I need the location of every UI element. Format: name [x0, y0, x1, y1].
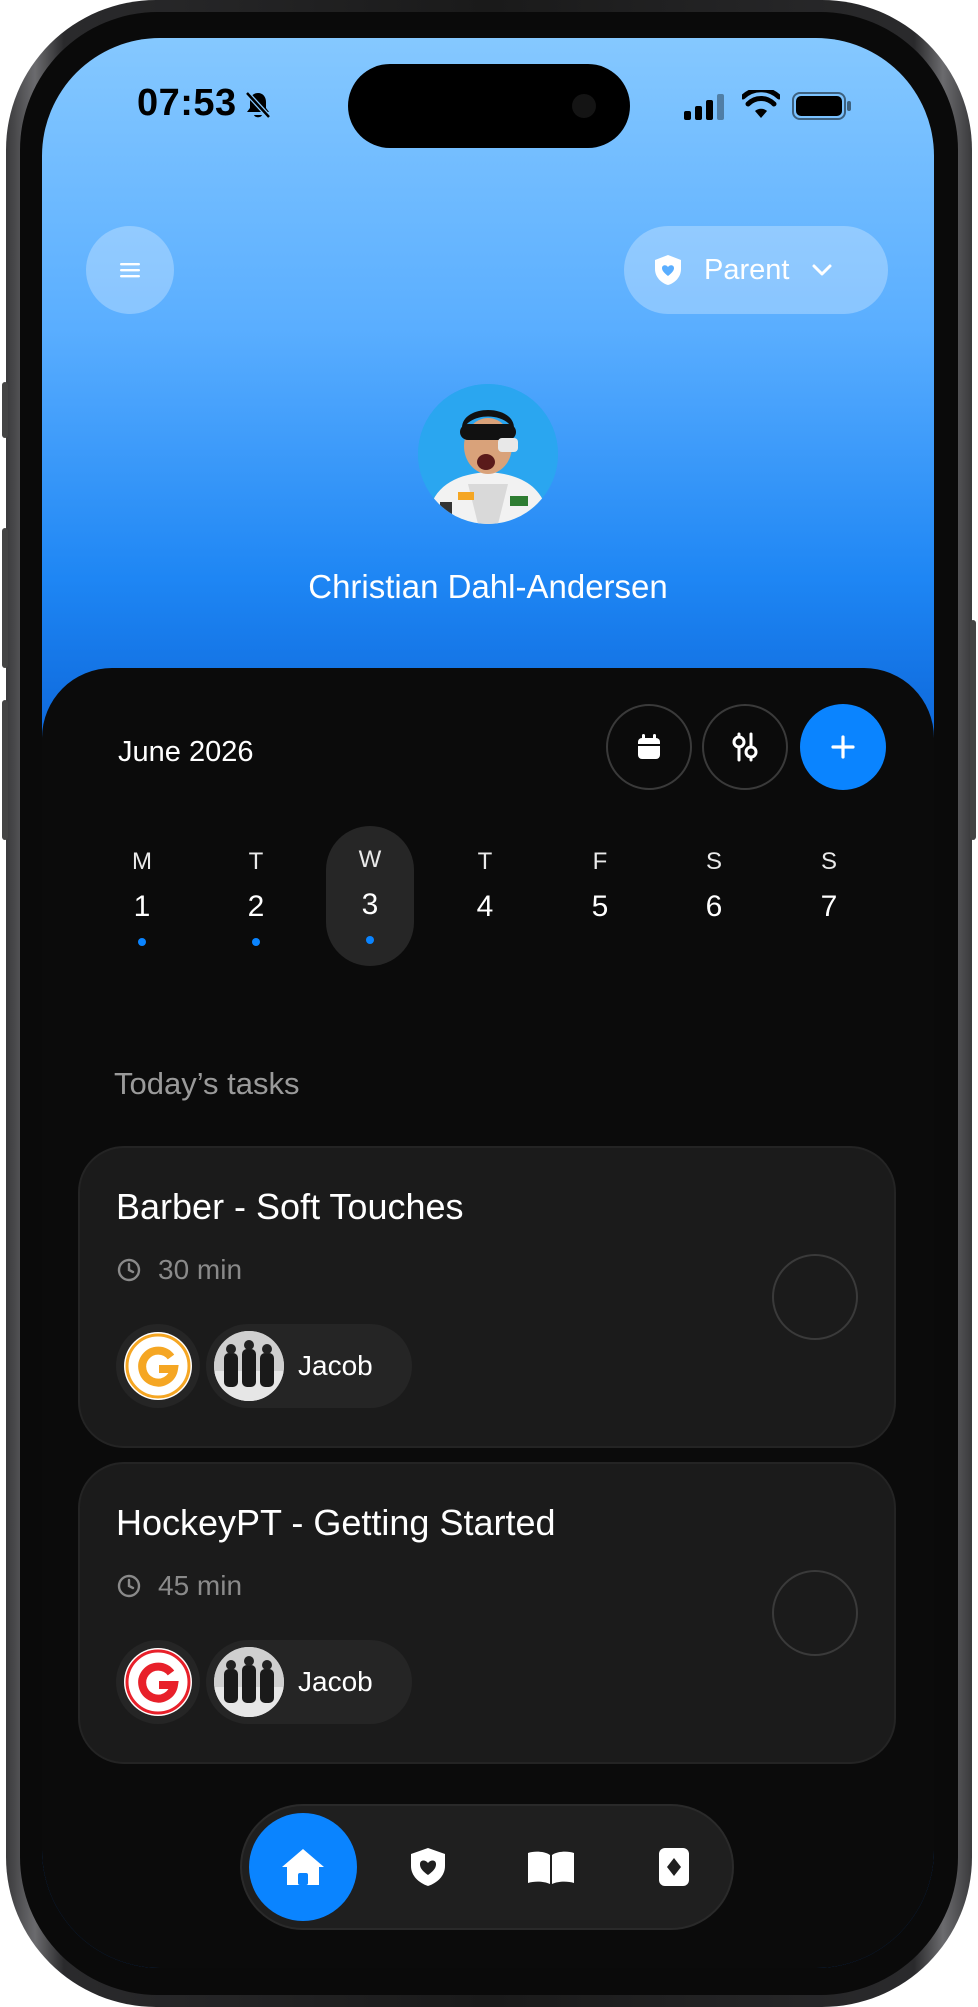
task-complete-checkbox[interactable]	[772, 1570, 858, 1656]
assignee-chip[interactable]: Jacob	[206, 1640, 412, 1724]
day-wednesday-selected[interactable]: W 3	[326, 826, 414, 966]
task-card[interactable]: Barber - Soft Touches 30 min Jacob	[78, 1146, 896, 1448]
tab-parent-safety[interactable]	[374, 1813, 482, 1921]
plus-icon	[831, 735, 855, 759]
calendar-icon	[638, 734, 660, 759]
clock-icon	[117, 1574, 141, 1598]
add-task-button[interactable]	[800, 704, 886, 790]
filter-icon	[732, 732, 758, 762]
volume-up-button	[2, 528, 8, 668]
day-sunday[interactable]: S 7	[785, 828, 873, 964]
role-label: Parent	[704, 253, 790, 286]
day-number: 7	[820, 890, 838, 923]
task-title: Barber - Soft Touches	[116, 1186, 464, 1227]
chevron-down-icon	[812, 264, 832, 276]
tab-home[interactable]	[249, 1813, 357, 1921]
assignee-chip[interactable]: Jacob	[206, 1324, 412, 1408]
battery-icon	[792, 92, 851, 120]
tab-cards[interactable]	[620, 1813, 728, 1921]
program-logo-chip	[116, 1640, 200, 1724]
task-duration: 45 min	[116, 1570, 242, 1602]
signal-icon	[684, 94, 724, 120]
task-title: HockeyPT - Getting Started	[116, 1502, 556, 1543]
section-title: Today’s tasks	[114, 1066, 300, 1101]
bottom-tab-bar	[240, 1804, 734, 1930]
event-dot	[138, 938, 146, 946]
assignee-name: Jacob	[298, 1350, 373, 1381]
task-complete-checkbox[interactable]	[772, 1254, 858, 1340]
card-icon	[659, 1848, 689, 1886]
day-monday[interactable]: M 1	[98, 828, 186, 964]
status-time: 07:53	[137, 82, 237, 124]
task-duration: 30 min	[116, 1254, 242, 1286]
assignee-avatar	[214, 1647, 284, 1717]
day-friday[interactable]: F 5	[556, 828, 644, 964]
month-label: June 2026	[118, 736, 254, 768]
app-screen: 07:53 Parent Christian Dahl-Andersen Jun…	[42, 38, 934, 1968]
day-number: 3	[361, 888, 379, 921]
day-number: 4	[476, 890, 494, 923]
status-bar: 07:53	[42, 38, 934, 178]
volume-down-button	[2, 700, 8, 840]
action-button	[2, 382, 8, 438]
day-tuesday[interactable]: T 2	[212, 828, 300, 964]
dynamic-island	[348, 64, 630, 148]
book-icon	[528, 1851, 574, 1884]
assignee-avatar	[214, 1331, 284, 1401]
day-letter: F	[592, 848, 608, 875]
wifi-icon	[742, 90, 780, 118]
day-saturday[interactable]: S 6	[670, 828, 758, 964]
shield-heart-icon	[655, 255, 681, 285]
tab-library[interactable]	[497, 1813, 605, 1921]
filter-button[interactable]	[702, 704, 788, 790]
clock-icon	[117, 1258, 141, 1282]
shield-heart-icon	[411, 1848, 445, 1886]
day-letter: S	[705, 848, 722, 875]
day-letter: M	[132, 848, 152, 875]
day-letter: T	[477, 848, 493, 875]
duration-text: 45 min	[158, 1570, 243, 1601]
day-number: 6	[705, 890, 723, 923]
day-thursday[interactable]: T 4	[441, 828, 529, 964]
day-letter: W	[358, 846, 382, 873]
day-letter: T	[248, 848, 264, 875]
day-number: 5	[591, 890, 609, 923]
power-button	[970, 620, 976, 840]
event-dot	[252, 938, 260, 946]
profile-avatar[interactable]	[418, 384, 558, 524]
main-panel: June 2026 M 1 T 2 W 3 T 4 F 5 S 6 S 7 To…	[42, 668, 934, 1968]
task-card[interactable]: HockeyPT - Getting Started 45 min Jacob	[78, 1462, 896, 1764]
assignee-name: Jacob	[298, 1666, 373, 1697]
program-logo-icon	[124, 1332, 192, 1400]
day-letter: S	[820, 848, 837, 875]
role-selector[interactable]: Parent	[624, 226, 888, 314]
duration-text: 30 min	[158, 1254, 243, 1285]
event-dot	[366, 936, 374, 944]
avatar-photo	[418, 384, 558, 524]
menu-icon	[120, 263, 140, 278]
program-logo-chip	[116, 1324, 200, 1408]
bell-off-icon	[245, 91, 271, 119]
day-number: 1	[133, 890, 151, 923]
home-icon	[282, 1849, 324, 1885]
day-number: 2	[247, 890, 265, 923]
program-logo-icon	[124, 1648, 192, 1716]
calendar-button[interactable]	[606, 704, 692, 790]
menu-button[interactable]	[86, 226, 174, 314]
profile-name: Christian Dahl-Andersen	[308, 568, 668, 605]
